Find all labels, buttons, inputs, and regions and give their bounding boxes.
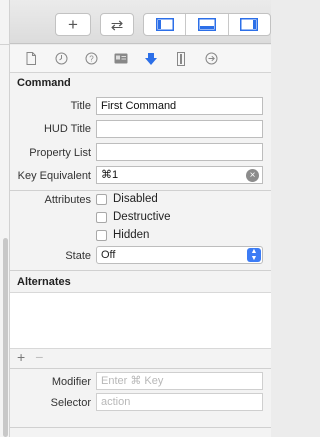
toggle-utilities-button[interactable] bbox=[229, 14, 270, 35]
disabled-checkbox-row[interactable]: Disabled bbox=[96, 193, 158, 205]
navigator-panel-icon bbox=[155, 18, 174, 31]
command-section-title: Command bbox=[17, 77, 71, 89]
modifier-label: Modifier bbox=[51, 376, 91, 388]
state-select[interactable]: Off ▲ ▼ bbox=[96, 246, 263, 264]
identity-card-icon bbox=[114, 53, 128, 64]
key-equivalent-value: ⌘1 bbox=[101, 169, 119, 181]
hidden-checkbox-label: Hidden bbox=[113, 229, 150, 241]
hud-title-label: HUD Title bbox=[43, 123, 91, 135]
connections-arrow-icon bbox=[205, 52, 217, 65]
gutter-scrollbar[interactable] bbox=[3, 238, 8, 437]
section-divider bbox=[10, 270, 271, 271]
attributes-icon bbox=[145, 52, 157, 65]
tab-quick-help[interactable]: ? bbox=[76, 49, 106, 69]
add-button[interactable]: + bbox=[55, 13, 91, 36]
tab-attributes-inspector[interactable] bbox=[136, 49, 166, 69]
hidden-checkbox-row[interactable]: Hidden bbox=[96, 229, 149, 241]
debug-area-panel-icon bbox=[197, 18, 216, 31]
inspector-panel: Command Title First Command HUD Title Pr… bbox=[10, 73, 271, 437]
svg-text:?: ? bbox=[89, 55, 94, 64]
section-divider bbox=[10, 368, 271, 369]
ruler-icon bbox=[177, 51, 185, 66]
selector-label: Selector bbox=[50, 397, 91, 409]
left-gutter bbox=[0, 0, 10, 437]
hud-title-field[interactable] bbox=[96, 120, 263, 138]
bottom-divider bbox=[10, 427, 271, 428]
toggle-navigator-button[interactable] bbox=[144, 14, 187, 35]
destructive-checkbox-label: Destructive bbox=[113, 211, 171, 223]
remove-alternate-button[interactable]: − bbox=[35, 349, 43, 365]
selector-field[interactable]: action bbox=[96, 393, 263, 411]
toggle-debug-area-button[interactable] bbox=[186, 14, 229, 35]
inspector-tabs: ? bbox=[10, 45, 271, 73]
key-equivalent-field[interactable]: ⌘1 × bbox=[96, 166, 263, 184]
property-list-label: Property List bbox=[29, 147, 91, 159]
attributes-label: Attributes bbox=[44, 194, 91, 206]
file-icon bbox=[26, 52, 36, 65]
tab-size-inspector[interactable] bbox=[166, 49, 196, 69]
section-divider bbox=[10, 190, 271, 191]
disabled-checkbox[interactable] bbox=[96, 193, 107, 205]
help-icon: ? bbox=[85, 52, 97, 65]
add-alternate-button[interactable]: + bbox=[17, 349, 25, 365]
modifier-field[interactable]: Enter ⌘ Key bbox=[96, 372, 263, 390]
popup-stepper-icon: ▲ ▼ bbox=[247, 248, 261, 262]
clear-key-icon[interactable]: × bbox=[246, 169, 259, 182]
utilities-panel-icon bbox=[240, 18, 259, 31]
state-value: Off bbox=[101, 249, 116, 261]
tab-connections-inspector[interactable] bbox=[196, 49, 226, 69]
toolbar: + ⇄ bbox=[10, 0, 271, 44]
gutter-divider bbox=[0, 44, 10, 45]
tab-history-inspector[interactable] bbox=[46, 49, 76, 69]
state-label: State bbox=[65, 250, 91, 262]
alternates-list[interactable] bbox=[10, 292, 271, 349]
disabled-checkbox-label: Disabled bbox=[113, 193, 158, 205]
tab-identity-inspector[interactable] bbox=[106, 49, 136, 69]
tab-file-inspector[interactable] bbox=[16, 49, 46, 69]
hidden-checkbox[interactable] bbox=[96, 229, 107, 241]
destructive-checkbox[interactable] bbox=[96, 211, 107, 223]
view-toggle-segmented-control bbox=[143, 13, 271, 36]
key-equivalent-label: Key Equivalent bbox=[17, 170, 91, 182]
swap-button[interactable]: ⇄ bbox=[100, 13, 134, 36]
inspector-window: + ⇄ ? Command Title First Command HUD Ti… bbox=[0, 0, 271, 437]
alternates-controls: + − bbox=[17, 349, 43, 365]
alternates-section-title: Alternates bbox=[17, 276, 71, 288]
title-label: Title bbox=[70, 100, 91, 112]
property-list-field[interactable] bbox=[96, 143, 263, 161]
title-field[interactable]: First Command bbox=[96, 97, 263, 115]
clock-icon bbox=[55, 52, 67, 65]
destructive-checkbox-row[interactable]: Destructive bbox=[96, 211, 171, 223]
